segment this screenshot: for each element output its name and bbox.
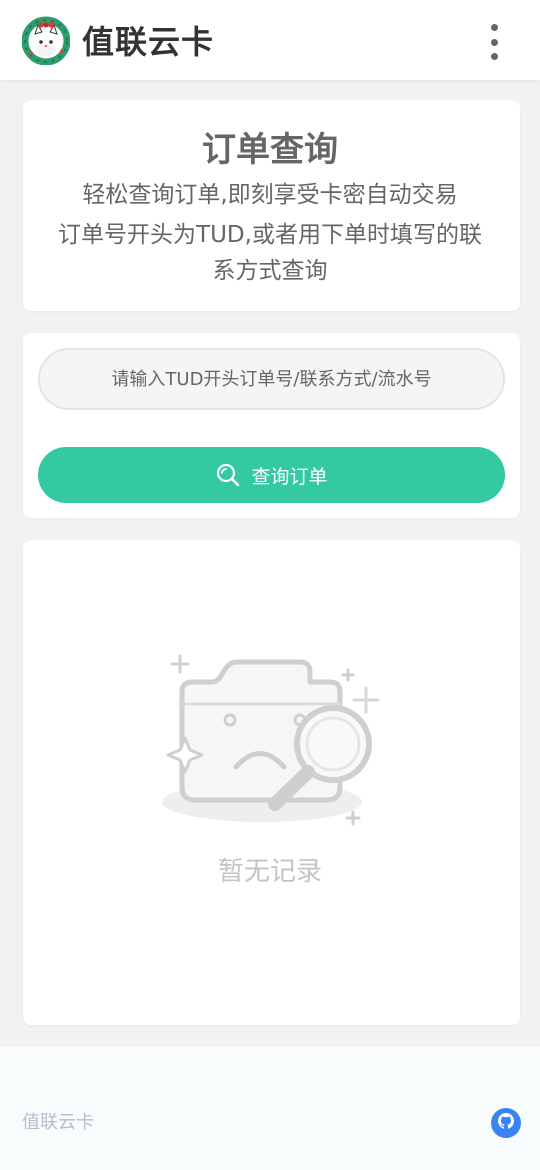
intro-description-line2: 订单号开头为TUD,或者用下单时填写的联系方式查询 — [58, 222, 482, 284]
search-button-label: 查询订单 — [251, 465, 328, 488]
empty-folder-magnifier-icon — [160, 652, 385, 827]
intro-description-line1: 轻松查询订单,即刻享受卡密自动交易 — [82, 182, 458, 208]
wreath-cat-logo-icon[interactable] — [21, 15, 71, 66]
footer-brand-text: 值联云卡 — [22, 1112, 94, 1133]
order-search-input[interactable] — [38, 348, 505, 410]
app-brand-title[interactable]: 值联云卡 — [82, 22, 214, 62]
page-footer — [0, 1047, 540, 1170]
search-order-button[interactable]: 查询订单 — [38, 447, 505, 503]
more-menu-button[interactable] — [482, 24, 506, 60]
github-link[interactable] — [491, 1108, 521, 1138]
page-title: 订单查询 — [202, 130, 338, 170]
more-vertical-icon — [490, 24, 498, 31]
app-header: 值联云卡 — [0, 0, 540, 80]
github-icon — [496, 1111, 516, 1135]
search-icon — [215, 462, 241, 488]
empty-state-text: 暂无记录 — [217, 857, 322, 887]
